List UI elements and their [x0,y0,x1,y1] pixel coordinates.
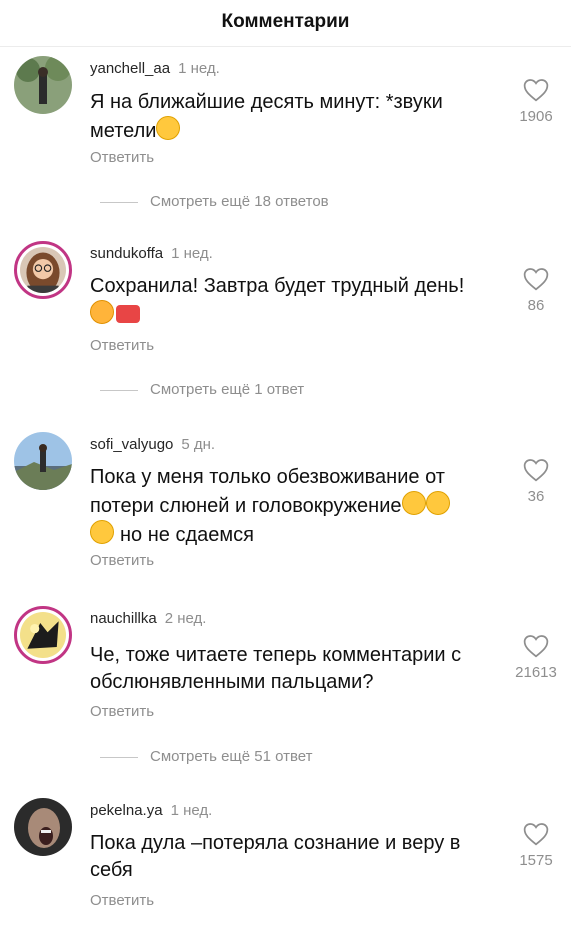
like-group: 36 [506,458,566,505]
tears-of-joy-icon [90,520,114,544]
like-group: 1906 [506,78,566,125]
divider [100,756,138,758]
comment-text: Пока у меня только обезвоживание от поте… [90,464,495,549]
avatar[interactable] [14,241,72,299]
hugging-face-icon [90,300,114,324]
comment-meta: yanchell_aa 1 нед. [90,60,220,77]
timestamp: 1 нед. [178,60,220,77]
like-count: 1906 [519,108,553,125]
like-group: 1575 [506,822,566,869]
like-count: 86 [527,297,545,314]
comment-meta: nauchillka 2 нед. [90,610,206,627]
like-count: 21613 [515,664,557,681]
view-more-replies[interactable]: Смотреть ещё 51 ответ [100,748,313,765]
avatar[interactable] [14,432,72,490]
view-more-replies[interactable]: Смотреть ещё 18 ответов [100,193,329,210]
heart-icon[interactable] [523,78,549,102]
timestamp: 2 нед. [164,610,207,627]
comment-body: Че, тоже читаете теперь комментарии с об… [90,644,462,693]
heart-icon[interactable] [523,822,549,846]
comment-meta: sundukoffa 1 нед. [90,245,213,262]
megaphone-icon [116,305,140,323]
reply-button[interactable]: Ответить [90,337,154,354]
tears-of-joy-icon [425,491,450,515]
comment-text: Сохранила! Завтра будет трудный день! [90,273,495,329]
timestamp: 1 нед. [170,802,213,819]
tears-of-joy-icon [401,491,426,515]
reply-button[interactable]: Ответить [90,552,154,569]
username[interactable]: nauchillka [90,610,157,627]
divider [100,389,138,391]
like-group: 86 [506,267,566,314]
view-more-replies-label: Смотреть ещё 51 ответ [150,748,313,765]
comment-text: Пока дула –потеряла сознание и веру в се… [90,830,495,884]
view-more-replies[interactable]: Смотреть ещё 1 ответ [100,381,304,398]
like-count: 36 [527,488,545,505]
username[interactable]: pekelna.ya [90,802,163,819]
comment-meta: sofi_valyugo 5 дн. [90,436,215,453]
avatar-photo [20,612,66,658]
header: Комментарии [0,0,571,47]
reply-button[interactable]: Ответить [90,149,154,166]
avatar[interactable] [14,798,72,856]
like-group: 21613 [506,634,566,681]
like-count: 1575 [519,852,553,869]
comment-body: Сохранила! Завтра будет трудный день! [90,275,465,297]
avatar-photo [14,432,72,490]
heart-icon[interactable] [523,458,549,482]
avatar[interactable] [14,606,72,664]
divider [100,201,138,203]
view-more-replies-label: Смотреть ещё 18 ответов [150,193,329,210]
username[interactable]: sofi_valyugo [90,436,173,453]
avatar-photo [14,798,72,856]
comment-text: Я на ближайшие десять минут: *звуки мете… [90,89,495,145]
heart-icon[interactable] [523,267,549,291]
comment-body: Пока дула –потеряла сознание и веру в се… [90,832,461,881]
comment-body: Пока у меня только обезвоживание от поте… [90,466,445,517]
avatar-photo [20,247,66,293]
reply-button[interactable]: Ответить [90,892,154,909]
timestamp: 1 нед. [171,245,213,262]
avatar[interactable] [14,56,72,114]
reply-button[interactable]: Ответить [90,703,154,720]
comment-body-continued: но не сдаемся [120,524,254,546]
comment-meta: pekelna.ya 1 нед. [90,802,212,819]
timestamp: 5 дн. [181,436,216,453]
avatar-photo [14,56,72,114]
comment-text: Че, тоже читаете теперь комментарии с об… [90,642,495,696]
page-title: Комментарии [221,11,350,32]
username[interactable]: yanchell_aa [90,60,170,77]
comment-body: Я на ближайшие десять минут: *звуки мете… [90,91,443,142]
view-more-replies-label: Смотреть ещё 1 ответ [150,381,305,398]
heart-icon[interactable] [523,634,549,658]
username[interactable]: sundukoffa [90,245,163,262]
tears-of-joy-icon [156,116,181,140]
